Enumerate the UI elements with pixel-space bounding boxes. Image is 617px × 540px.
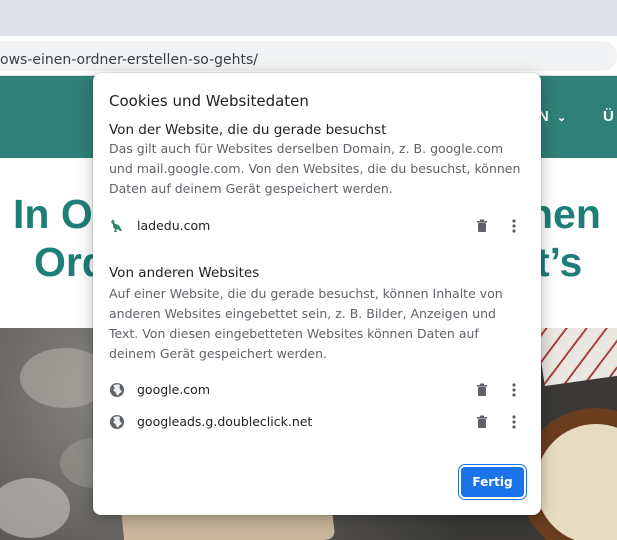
nav-item-partial[interactable]: N ⌄ [538,108,566,125]
site-row-google: google.com [109,379,525,403]
trash-icon[interactable] [473,217,491,235]
site-name: ladedu.com [137,218,211,233]
kangaroo-favicon-icon [111,219,122,232]
done-button[interactable]: Fertig [461,467,524,497]
site-name: googleads.g.doubleclick.net [137,414,313,429]
url-text[interactable]: ows-einen-ordner-erstellen-so-gehts/ [0,52,258,68]
trash-icon[interactable] [473,381,491,399]
cookies-dialog: Cookies und Websitedaten Von der Website… [93,73,541,515]
browser-tabstrip [0,0,617,36]
third-party-description: Auf einer Website, die du gerade besuchs… [109,286,503,361]
trash-icon[interactable] [473,413,491,431]
dialog-title: Cookies und Websitedaten [109,92,309,110]
headline-fragment-4: t’s [536,239,583,285]
chevron-down-icon: ⌄ [557,112,567,124]
browser-toolbar: ows-einen-ordner-erstellen-so-gehts/ [0,36,617,76]
third-party-heading: Von anderen Websites [109,265,260,281]
more-vert-icon[interactable] [505,413,523,431]
address-bar[interactable]: ows-einen-ordner-erstellen-so-gehts/ [0,41,617,71]
globe-icon [110,415,124,429]
first-party-heading: Von der Website, die du gerade besuchst [109,122,387,138]
site-row-ladedu: ladedu.com [109,215,525,239]
nav-item-partial-2[interactable]: Ü [603,108,614,125]
headline-fragment-1: In O [13,191,93,237]
more-vert-icon[interactable] [505,381,523,399]
more-vert-icon[interactable] [505,217,523,235]
site-name: google.com [137,382,210,397]
globe-icon [110,383,124,397]
site-row-doubleclick: googleads.g.doubleclick.net [109,411,525,435]
first-party-description: Das gilt auch für Websites derselben Dom… [109,141,521,196]
